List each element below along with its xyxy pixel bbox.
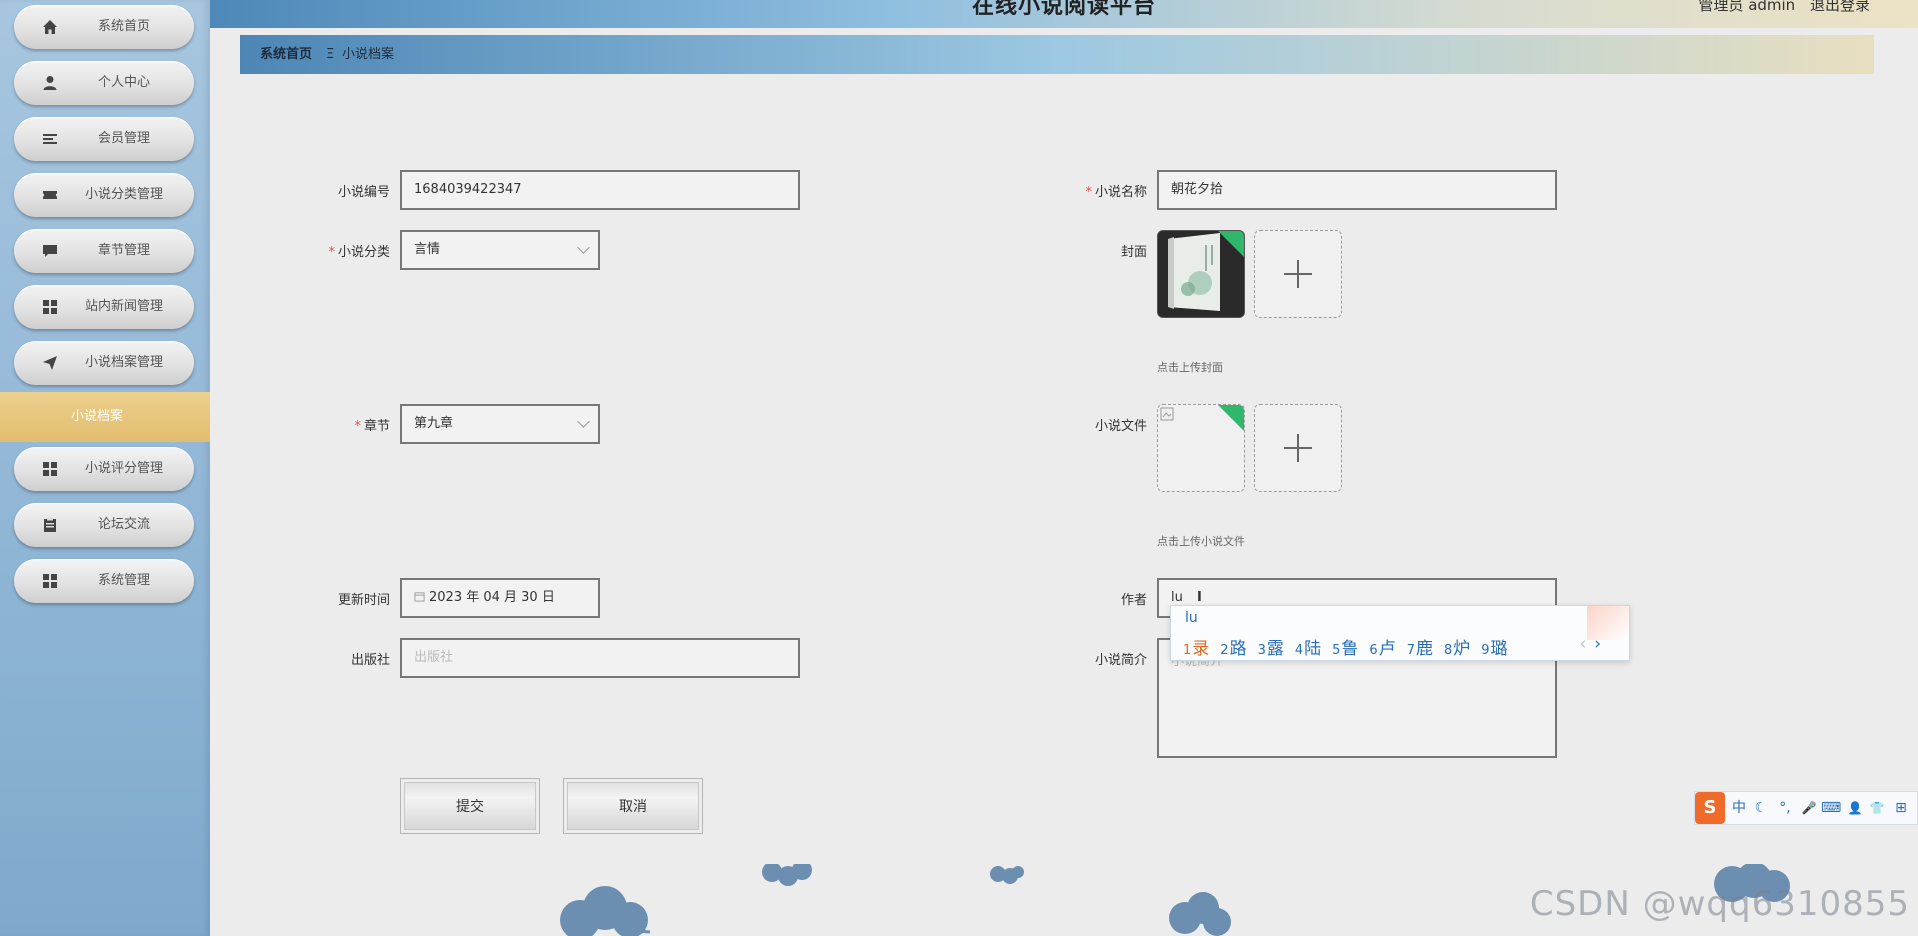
ime-candidate[interactable]: 9璐	[1481, 639, 1507, 659]
punctuation-icon[interactable]: °,	[1775, 792, 1795, 824]
broken-image-icon	[1160, 407, 1174, 421]
breadcrumb-current: 小说档案	[342, 47, 395, 62]
watermark: CSDN @wqq6310855	[1529, 884, 1910, 924]
sidebar-item-profile[interactable]: 个人中心	[14, 61, 194, 105]
sidebar-item-chapters[interactable]: 章节管理	[14, 229, 194, 273]
ime-toolbar: S 中 ☾ °, 🎤 ⌨ 👤 👕 ⊞	[1694, 791, 1918, 825]
cover-upload-button[interactable]	[1254, 230, 1342, 318]
update-time-label: 更新时间	[337, 593, 390, 608]
file-hint: 点击上传小说文件	[1157, 535, 1245, 548]
file-thumbnail[interactable]	[1157, 404, 1245, 492]
publisher-input[interactable]: 出版社	[400, 638, 800, 678]
submit-button[interactable]: 提交	[400, 778, 540, 834]
chapter-select[interactable]: 第九章	[400, 404, 600, 444]
moon-icon[interactable]: ☾	[1751, 792, 1771, 824]
ime-logo-icon	[1587, 606, 1629, 640]
sidebar-item-label: 论坛交流	[97, 517, 150, 532]
sidebar-item-members[interactable]: 会员管理	[14, 117, 194, 161]
site-title: 在线小说阅读平台	[971, 0, 1156, 19]
ime-composition: lu	[1185, 610, 1198, 626]
sidebar-item-home[interactable]: 系统首页	[14, 5, 194, 49]
user-icon[interactable]: 👤	[1845, 792, 1865, 824]
ime-candidate[interactable]: 3露	[1258, 639, 1284, 659]
user-area: 管理员 admin 退出登录	[1698, 0, 1870, 15]
skin-icon[interactable]: 👕	[1867, 792, 1887, 824]
sidebar-item-categories[interactable]: 小说分类管理	[14, 173, 194, 217]
sidebar-item-label: 小说档案管理	[84, 355, 163, 370]
breadcrumb: 系统首页 Ξ 小说档案	[240, 35, 1874, 74]
cover-thumbnail[interactable]	[1157, 230, 1245, 318]
category-label: * 小说分类	[328, 245, 390, 260]
ime-candidate-popup: lu 1录 2路 3露 4陆 5鲁 6卢 7鹿 8炉 9璐 ‹ ›	[1170, 605, 1630, 661]
cancel-button[interactable]: 取消	[563, 778, 703, 834]
category-select[interactable]: 言情	[400, 230, 600, 270]
sidebar-item-forum[interactable]: 论坛交流	[14, 503, 194, 547]
ime-candidate[interactable]: 6卢	[1369, 639, 1395, 659]
chapter-value: 第九章	[414, 416, 454, 431]
submenu-novel-archive[interactable]: 小说档案	[0, 392, 210, 442]
cover-hint: 点击上传封面	[1157, 361, 1223, 374]
novel-no-label: 小说编号	[337, 185, 390, 200]
file-label: 小说文件	[1094, 419, 1147, 434]
sidebar-item-ratings[interactable]: 小说评分管理	[14, 447, 194, 491]
publisher-label: 出版社	[350, 653, 390, 668]
success-badge	[1214, 405, 1244, 434]
logout-link[interactable]: 退出登录	[1810, 0, 1870, 14]
top-header: 在线小说阅读平台 管理员 admin 退出登录	[210, 0, 1918, 28]
clover-decoration-icon	[762, 864, 812, 886]
ime-candidate[interactable]: 8炉	[1444, 639, 1470, 659]
category-value: 言情	[414, 242, 441, 257]
ime-prev-icon[interactable]: ‹	[1579, 634, 1586, 654]
ime-candidate[interactable]: 4陆	[1295, 639, 1321, 659]
ime-candidate-list: 1录 2路 3露 4陆 5鲁 6卢 7鹿 8炉 9璐	[1183, 634, 1519, 659]
sidebar-item-label: 章节管理	[97, 243, 150, 258]
breadcrumb-home[interactable]: 系统首页	[260, 35, 312, 74]
ime-candidate[interactable]: 2路	[1220, 639, 1246, 659]
novel-name-label: * 小说名称	[1085, 185, 1147, 200]
update-time-value: 2023 年 04 月 30 日	[429, 590, 555, 605]
chapter-label: * 章节	[354, 419, 390, 434]
author-value: lu	[1171, 590, 1183, 605]
sidebar-item-news[interactable]: 站内新闻管理	[14, 285, 194, 329]
apps-icon[interactable]: ⊞	[1891, 792, 1911, 824]
sidebar-item-label: 会员管理	[97, 131, 150, 146]
novel-no-input[interactable]: 1684039422347	[400, 170, 800, 210]
clover-decoration-icon	[990, 866, 1024, 884]
sidebar-item-label: 系统管理	[97, 573, 150, 588]
clover-decoration-icon	[560, 886, 651, 936]
author-label: 作者	[1120, 593, 1147, 608]
ime-candidate[interactable]: 7鹿	[1407, 639, 1433, 659]
sidebar-item-novel-archive[interactable]: 小说档案管理	[14, 341, 194, 385]
sidebar-item-system[interactable]: 系统管理	[14, 559, 194, 603]
sidebar-item-label: 小说分类管理	[84, 187, 163, 202]
sidebar-item-label: 站内新闻管理	[84, 299, 163, 314]
keyboard-icon[interactable]: ⌨	[1821, 792, 1841, 824]
ime-candidate[interactable]: 5鲁	[1332, 639, 1358, 659]
breadcrumb-separator: Ξ	[326, 47, 335, 62]
clover-decoration-icon	[1169, 892, 1231, 936]
ime-mode-toggle[interactable]: 中	[1729, 792, 1749, 824]
intro-label: 小说简介	[1094, 653, 1147, 668]
calendar-icon	[414, 592, 425, 602]
sidebar: 系统首页 个人中心 会员管理 小说分类管理 章节管理 站内新闻管理 小说档案管理…	[0, 0, 210, 936]
file-upload-button[interactable]	[1254, 404, 1342, 492]
cover-label: 封面	[1120, 245, 1147, 260]
chevron-down-icon	[577, 241, 590, 254]
sogou-logo-icon[interactable]: S	[1695, 792, 1725, 824]
microphone-icon[interactable]: 🎤	[1799, 792, 1819, 824]
sidebar-item-label: 系统首页	[97, 19, 150, 34]
user-name: 管理员 admin	[1698, 0, 1796, 14]
sidebar-item-label: 个人中心	[97, 75, 150, 90]
chevron-down-icon	[577, 415, 590, 428]
sidebar-item-label: 小说评分管理	[84, 461, 163, 476]
ime-candidate[interactable]: 1录	[1183, 639, 1209, 659]
novel-name-input[interactable]: 朝花夕拾	[1157, 170, 1557, 210]
update-time-picker[interactable]: 2023 年 04 月 30 日	[400, 578, 600, 618]
